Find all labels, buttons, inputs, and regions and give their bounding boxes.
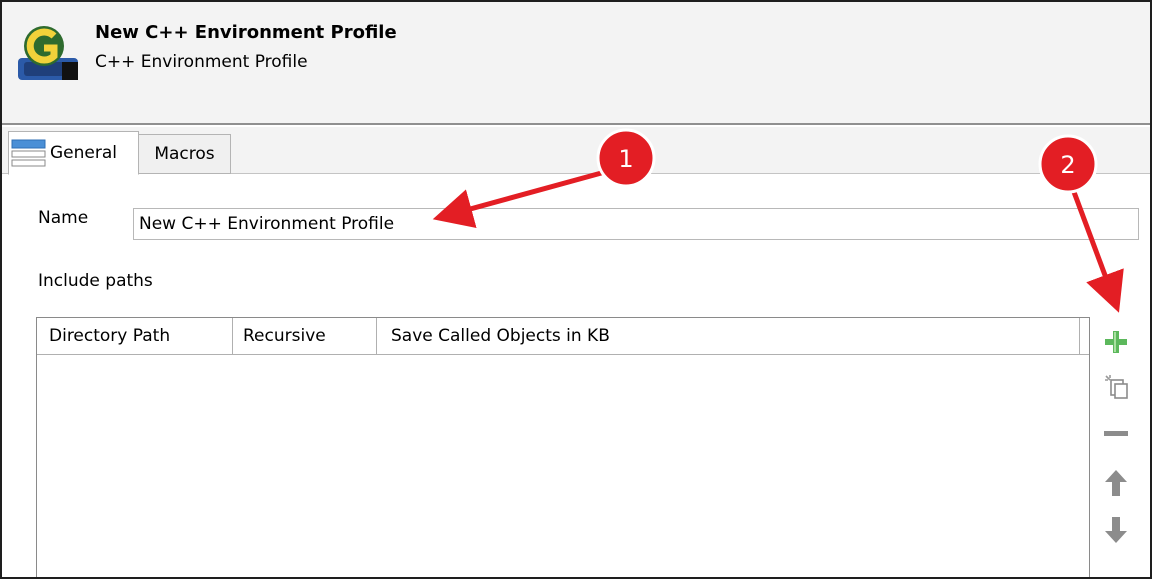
include-paths-label: Include paths (38, 271, 153, 291)
table-header: Directory Path Recursive Save Called Obj… (37, 318, 1089, 355)
column-header-recursive[interactable]: Recursive (233, 318, 377, 354)
arrow-up-icon (1105, 470, 1127, 496)
dialog-window: New C++ Environment Profile C++ Environm… (0, 0, 1152, 579)
page-subtitle: C++ Environment Profile (95, 52, 308, 72)
include-paths-table[interactable]: Directory Path Recursive Save Called Obj… (36, 317, 1090, 577)
page-title: New C++ Environment Profile (95, 22, 397, 43)
form-icon (11, 139, 46, 167)
column-header-directory-path[interactable]: Directory Path (37, 318, 233, 354)
name-input[interactable] (133, 208, 1139, 240)
general-panel: Name Include paths Directory Path Recurs… (2, 174, 1150, 577)
copy-icon (1105, 375, 1128, 399)
minus-icon (1104, 431, 1128, 436)
tab-macros[interactable]: Macros (139, 134, 231, 174)
move-up-button[interactable] (1100, 467, 1132, 499)
c-environment-icon (18, 26, 78, 80)
column-header-save-called-objects[interactable]: Save Called Objects in KB (377, 318, 1080, 354)
move-down-button[interactable] (1100, 514, 1132, 546)
copy-path-button[interactable] (1100, 370, 1132, 402)
plus-icon (1105, 331, 1127, 353)
add-path-button[interactable] (1100, 326, 1132, 358)
arrow-down-icon (1105, 517, 1127, 543)
tab-general[interactable]: General (8, 131, 139, 175)
remove-path-button[interactable] (1100, 418, 1132, 450)
dialog-header: New C++ Environment Profile C++ Environm… (2, 2, 1150, 125)
tab-general-label: General (50, 143, 117, 163)
tab-strip: General Macros (2, 127, 1150, 175)
tab-macros-label: Macros (154, 144, 215, 164)
name-label: Name (38, 208, 89, 228)
